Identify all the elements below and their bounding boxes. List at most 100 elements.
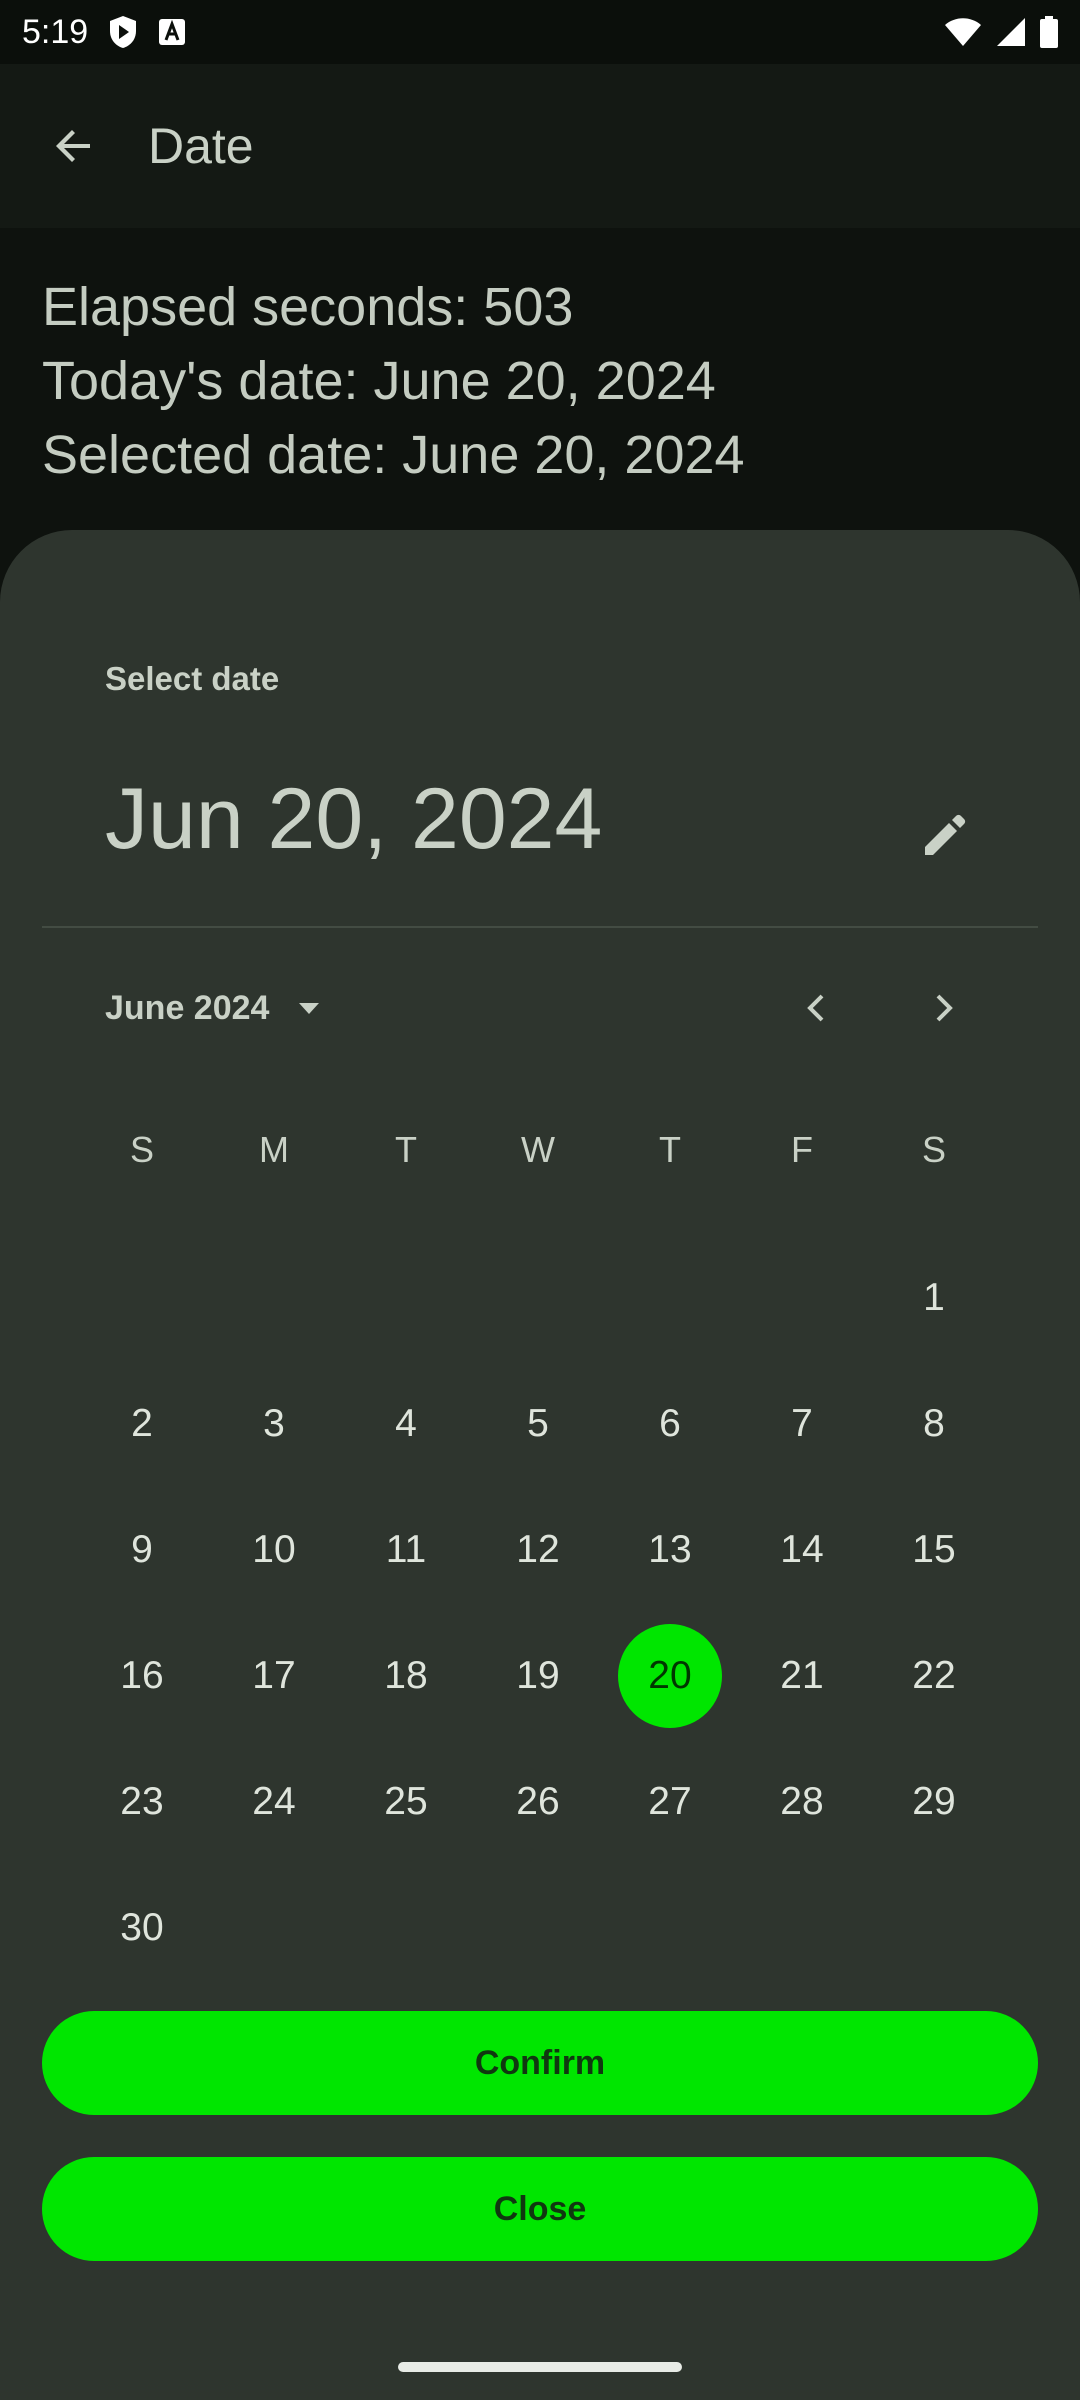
calendar-day[interactable]: 29 (868, 1739, 1000, 1865)
date-picker-sheet: Select date Jun 20, 2024 June 2024 S M T W… (0, 530, 1080, 2400)
calendar-day[interactable]: 24 (208, 1739, 340, 1865)
calendar-day[interactable]: 26 (472, 1739, 604, 1865)
battery-icon (1040, 16, 1058, 48)
weekday-label: T (659, 1129, 681, 1170)
confirm-button[interactable]: Confirm (42, 2011, 1038, 2115)
calendar-day-number: 7 (791, 1402, 813, 1445)
calendar-day-number: 24 (252, 1780, 296, 1823)
calendar-day[interactable]: 10 (208, 1487, 340, 1613)
selected-date-text: Selected date: June 20, 2024 (42, 425, 745, 485)
calendar-day[interactable]: 8 (868, 1361, 1000, 1487)
calendar-day[interactable]: 1 (868, 1235, 1000, 1361)
calendar-day[interactable]: 7 (736, 1361, 868, 1487)
calendar-day[interactable]: 30 (76, 1865, 208, 1991)
calendar-day[interactable]: 16 (76, 1613, 208, 1739)
calendar-day-number: 29 (912, 1780, 956, 1823)
back-button[interactable] (24, 96, 124, 196)
chevron-right-icon (936, 994, 953, 1022)
calendar-day-number: 26 (516, 1780, 560, 1823)
calendar-day[interactable]: 5 (472, 1361, 604, 1487)
calendar-day[interactable]: 25 (340, 1739, 472, 1865)
weekday-label: S (129, 1129, 154, 1170)
calendar-day[interactable]: 3 (208, 1361, 340, 1487)
top-app-bar: Date (0, 64, 1080, 228)
calendar-day-selected[interactable]: 20 (604, 1613, 736, 1739)
calendar-day-number: 19 (516, 1654, 560, 1697)
weekday-label: M (259, 1129, 289, 1170)
calendar-day-number: 25 (384, 1780, 428, 1823)
calendar-day-number: 22 (912, 1654, 956, 1697)
month-year-selector[interactable]: June 2024 (105, 978, 329, 1038)
calendar-day[interactable]: 18 (340, 1613, 472, 1739)
calendar-day[interactable]: 11 (340, 1487, 472, 1613)
previous-month-button[interactable] (782, 978, 852, 1038)
date-info: Elapsed seconds: 503 Today's date: June … (42, 270, 1042, 492)
screen: 5:19 Date Elapsed seconds: 503 Today's d… (0, 0, 1080, 2400)
status-time: 5:19 (22, 12, 89, 51)
weekday-header-row: SMTWTFS (76, 1110, 1000, 1190)
weekday-label: F (791, 1129, 813, 1170)
calendar-day-number: 20 (618, 1624, 722, 1728)
elapsed-seconds-text: Elapsed seconds: 503 (42, 277, 574, 337)
calendar-day[interactable]: 17 (208, 1613, 340, 1739)
calendar-day[interactable]: 21 (736, 1613, 868, 1739)
divider (42, 926, 1038, 928)
calendar-day[interactable]: 23 (76, 1739, 208, 1865)
calendar-day[interactable]: 14 (736, 1487, 868, 1613)
empty-day-cell (604, 1235, 736, 1361)
signal-icon (996, 17, 1026, 47)
calendar-day[interactable]: 28 (736, 1739, 868, 1865)
calendar-day-number: 13 (648, 1528, 692, 1571)
close-button[interactable]: Close (42, 2157, 1038, 2261)
calendar-day[interactable]: 27 (604, 1739, 736, 1865)
status-right (944, 16, 1058, 48)
weekday-label: W (521, 1129, 555, 1170)
calendar-day-number: 12 (516, 1528, 560, 1571)
todays-date-text: Today's date: June 20, 2024 (42, 351, 716, 411)
empty-day-cell (76, 1235, 208, 1361)
empty-day-cell (340, 1235, 472, 1361)
calendar-day[interactable]: 12 (472, 1487, 604, 1613)
calendar-day[interactable]: 9 (76, 1487, 208, 1613)
arrow-back-icon (56, 130, 90, 162)
calendar-day-number: 21 (780, 1654, 824, 1697)
empty-day-cell (736, 1235, 868, 1361)
empty-day-cell (208, 1235, 340, 1361)
calendar-day[interactable]: 13 (604, 1487, 736, 1613)
dropdown-arrow-icon (299, 1003, 320, 1014)
calendar-day[interactable]: 15 (868, 1487, 1000, 1613)
calendar-day-number: 27 (648, 1780, 692, 1823)
status-left: 5:19 (22, 13, 186, 52)
calendar-day[interactable]: 19 (472, 1613, 604, 1739)
calendar-day-number: 4 (395, 1402, 417, 1445)
calendar-day-number: 28 (780, 1780, 824, 1823)
calendar-day[interactable]: 6 (604, 1361, 736, 1487)
calendar-day-number: 9 (131, 1528, 153, 1571)
calendar-day-number: 30 (120, 1906, 164, 1949)
calendar-day-number: 17 (252, 1654, 296, 1697)
chevron-left-icon (807, 994, 824, 1022)
calendar-day-number: 18 (384, 1654, 428, 1697)
calendar-day[interactable]: 4 (340, 1361, 472, 1487)
calendar-day[interactable]: 2 (76, 1361, 208, 1487)
calendar-day-number: 10 (252, 1528, 296, 1571)
next-month-button[interactable] (908, 978, 978, 1038)
page-title: Date (148, 118, 254, 174)
weekday-label: S (921, 1129, 946, 1170)
calendar-day-number: 14 (780, 1528, 824, 1571)
home-indicator[interactable] (398, 2362, 682, 2372)
weekday-label: T (395, 1129, 417, 1170)
calendar-day-number: 23 (120, 1780, 164, 1823)
calendar-day-number: 11 (385, 1528, 427, 1571)
edit-date-button[interactable] (900, 790, 990, 880)
wifi-icon (944, 17, 982, 47)
picker-label: Select date (105, 660, 280, 697)
month-year-label: June 2024 (105, 988, 270, 1027)
shield-icon (108, 15, 138, 49)
calendar-day-number: 2 (131, 1402, 153, 1445)
calendar-day[interactable]: 22 (868, 1613, 1000, 1739)
calendar-day-number: 16 (120, 1654, 164, 1697)
calendar-day-number: 5 (527, 1402, 549, 1445)
a-box-icon (158, 18, 186, 46)
selected-date-headline: Jun 20, 2024 (105, 771, 603, 867)
